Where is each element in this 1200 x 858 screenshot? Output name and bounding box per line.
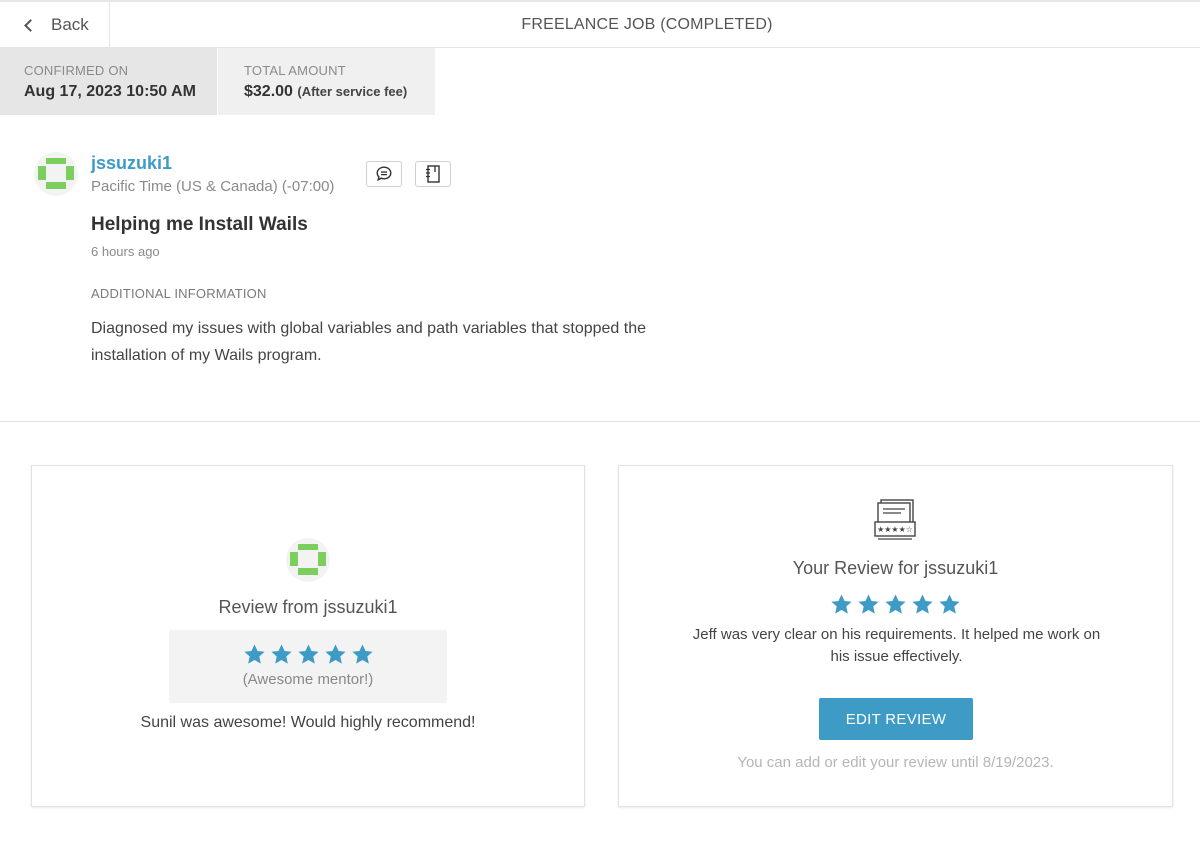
review-comment: Sunil was awesome! Would highly recommen… [140,714,476,731]
star-icon [939,594,960,614]
edit-deadline-note: You can add or edit your review until 8/… [737,754,1054,771]
avatar[interactable] [34,152,78,196]
star-icon [243,644,265,664]
timezone: Pacific Time (US & Canada) (-07:00) [91,178,335,195]
total-amount-note: (After service fee) [297,84,408,99]
your-review-comment-line: his issue effectively. [830,648,963,665]
star-icon [324,644,346,664]
total-amount-cell: TOTAL AMOUNT $32.00 (After service fee) [218,48,435,115]
star-icon [885,594,906,614]
star-icon [858,594,879,614]
review-from-title: Review from jssuzuki1 [218,597,398,617]
avatar-pixel [318,552,326,566]
job-description-line: Diagnosed my issues with global variable… [91,320,646,337]
job-title: Helping me Install Wails [91,214,308,235]
star-icon [270,644,292,664]
top-bar: Back FREELANCE JOB (COMPLETED) [0,0,1200,48]
review-from-card: Review from jssuzuki1 (Awesome mentor!) … [31,465,585,807]
reviewer-avatar [286,538,330,582]
avatar-pixel [290,552,298,566]
edit-review-button[interactable]: EDIT REVIEW [819,698,973,740]
notes-button[interactable] [415,161,451,187]
total-amount: $32.00 [244,83,293,100]
notebook-icon [426,165,440,183]
your-review-card: ★★★★☆ Your Review for jssuzuki1 Jeff was… [618,465,1173,807]
star-icon [831,594,852,614]
star-icon [912,594,933,614]
avatar-pixel [298,568,318,575]
confirmed-on-label: CONFIRMED ON [24,63,129,78]
total-amount-label: TOTAL AMOUNT [244,63,346,78]
review-document-icon: ★★★★☆ [874,499,916,540]
job-summary-strip: CONFIRMED ON Aug 17, 2023 10:50 AM TOTAL… [0,48,1200,115]
section-divider [0,421,1200,422]
star-icon [351,644,373,664]
rating-note: (Awesome mentor!) [242,671,374,688]
avatar-pixel [298,544,318,550]
svg-text:★★★★☆: ★★★★☆ [877,525,913,534]
your-review-title: Your Review for jssuzuki1 [792,558,999,578]
avatar-pixel [66,166,74,180]
total-amount-value: $32.00 (After service fee) [244,83,435,101]
star-icon [297,644,319,664]
job-description-line: installation of my Wails program. [91,347,322,364]
confirmed-on-cell: CONFIRMED ON Aug 17, 2023 10:50 AM [0,48,217,115]
your-review-comment-line: Jeff was very clear on his requirements.… [692,626,1101,643]
avatar-pixel [46,182,66,189]
rating-box: (Awesome mentor!) [169,630,447,703]
star-rating [169,643,447,666]
your-review-comment: Jeff was very clear on his requirements.… [659,624,1134,668]
posted-time: 6 hours ago [91,244,160,259]
confirmed-on-value: Aug 17, 2023 10:50 AM [24,83,196,100]
star-rating [619,593,1172,616]
message-button[interactable] [366,161,402,187]
chat-bubble-icon [376,166,392,182]
page-title: FREELANCE JOB (COMPLETED) [521,16,773,33]
username-link[interactable]: jssuzuki1 [91,153,172,174]
additional-info-label: ADDITIONAL INFORMATION [91,286,267,301]
avatar-pixel [38,166,46,180]
avatar-pixel [46,158,66,164]
job-description: Diagnosed my issues with global variable… [91,315,691,369]
